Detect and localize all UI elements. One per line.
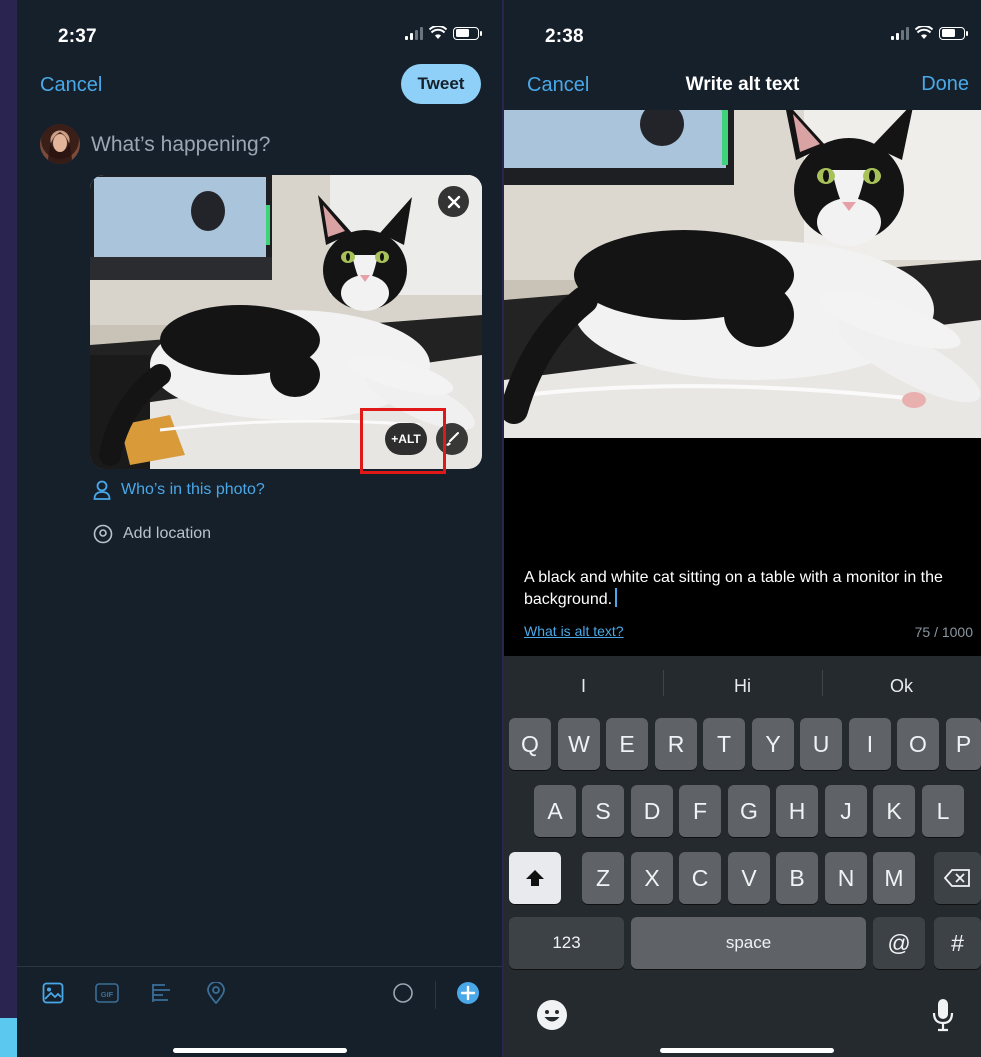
emoji-icon[interactable] — [536, 999, 568, 1031]
alt-text-input[interactable]: A black and white cat sitting on a table… — [524, 567, 964, 610]
key-a[interactable]: A — [534, 785, 576, 837]
key-d[interactable]: D — [631, 785, 673, 837]
battery-icon — [939, 26, 968, 40]
numbers-key[interactable]: 123 — [509, 917, 624, 969]
key-v[interactable]: V — [728, 852, 770, 904]
key-x[interactable]: X — [631, 852, 673, 904]
person-icon — [93, 480, 111, 500]
status-time: 2:37 — [58, 26, 97, 47]
compose-tweet-screen: 2:37 Cancel Tweet What’s happening? +ALT… — [17, 0, 502, 1057]
gif-icon[interactable]: GIF — [95, 981, 119, 1005]
suggestion-item[interactable]: Ok — [822, 656, 981, 716]
key-l[interactable]: L — [922, 785, 964, 837]
character-counter: 75 / 1000 — [914, 624, 973, 640]
on-screen-keyboard: I Hi Ok Q W E R T Y U I O P A S D F G H … — [504, 656, 981, 1057]
image-icon[interactable] — [41, 981, 65, 1005]
alt-text-value: A black and white cat sitting on a table… — [524, 569, 943, 608]
key-w[interactable]: W — [558, 718, 600, 770]
key-z[interactable]: Z — [582, 852, 624, 904]
location-pin-icon — [93, 524, 113, 544]
write-alt-text-screen: 2:38 Cancel Write alt text Done A black … — [504, 0, 981, 1057]
what-is-alt-text-link[interactable]: What is alt text? — [524, 623, 624, 639]
key-f[interactable]: F — [679, 785, 721, 837]
progress-ring-icon — [391, 981, 415, 1005]
key-h[interactable]: H — [776, 785, 818, 837]
key-n[interactable]: N — [825, 852, 867, 904]
backspace-icon — [943, 869, 970, 887]
suggestion-item[interactable]: I — [504, 656, 663, 716]
microphone-icon[interactable] — [931, 998, 955, 1032]
key-m[interactable]: M — [873, 852, 915, 904]
at-key[interactable]: @ — [873, 917, 925, 969]
key-t[interactable]: T — [703, 718, 745, 770]
key-s[interactable]: S — [582, 785, 624, 837]
key-y[interactable]: Y — [752, 718, 794, 770]
add-location-row[interactable]: Add location — [93, 524, 211, 544]
gif-label: GIF — [101, 990, 114, 999]
key-e[interactable]: E — [606, 718, 648, 770]
suggestion-item[interactable]: Hi — [663, 656, 822, 716]
location-icon[interactable] — [204, 981, 228, 1005]
shift-key[interactable] — [509, 852, 561, 904]
remove-media-button[interactable] — [438, 186, 469, 217]
home-indicator — [173, 1048, 347, 1053]
tag-people-row[interactable]: Who’s in this photo? — [93, 480, 265, 500]
signal-icon — [891, 26, 909, 40]
done-button[interactable]: Done — [921, 73, 969, 96]
close-icon — [447, 195, 460, 208]
compose-input[interactable]: What’s happening? — [91, 133, 270, 157]
key-p[interactable]: P — [946, 718, 981, 770]
key-c[interactable]: C — [679, 852, 721, 904]
key-j[interactable]: J — [825, 785, 867, 837]
home-indicator — [660, 1048, 834, 1053]
avatar — [40, 124, 80, 164]
shift-icon — [526, 870, 544, 886]
add-location-label: Add location — [123, 525, 212, 542]
tweet-button[interactable]: Tweet — [401, 64, 481, 104]
signal-icon — [405, 26, 423, 40]
compose-toolbar: GIF — [17, 966, 502, 1022]
key-u[interactable]: U — [800, 718, 842, 770]
key-q[interactable]: Q — [509, 718, 551, 770]
key-b[interactable]: B — [776, 852, 818, 904]
key-o[interactable]: O — [897, 718, 939, 770]
toolbar-divider — [435, 981, 436, 1009]
cancel-button[interactable]: Cancel — [40, 74, 102, 97]
hash-key[interactable]: # — [934, 917, 981, 969]
alt-button-highlight — [360, 408, 446, 474]
status-icons — [405, 26, 482, 40]
page-title: Write alt text — [685, 74, 800, 95]
key-k[interactable]: K — [873, 785, 915, 837]
text-caret — [615, 588, 618, 607]
add-thread-icon[interactable] — [456, 981, 480, 1005]
key-i[interactable]: I — [849, 718, 891, 770]
wifi-icon — [915, 26, 933, 39]
status-icons — [891, 26, 968, 40]
wifi-icon — [429, 26, 447, 39]
backspace-key[interactable] — [934, 852, 981, 904]
battery-icon — [453, 26, 482, 40]
suggestion-bar: I Hi Ok — [504, 656, 981, 716]
key-r[interactable]: R — [655, 718, 697, 770]
alt-text-photo-preview — [504, 110, 981, 438]
status-time: 2:38 — [545, 26, 584, 47]
poll-icon[interactable] — [150, 981, 174, 1005]
space-key[interactable]: space — [631, 917, 866, 969]
cat-photo-image — [504, 110, 981, 438]
tag-people-label: Who’s in this photo? — [121, 481, 265, 498]
key-g[interactable]: G — [728, 785, 770, 837]
accent-corner-bottom-left — [0, 1018, 17, 1057]
